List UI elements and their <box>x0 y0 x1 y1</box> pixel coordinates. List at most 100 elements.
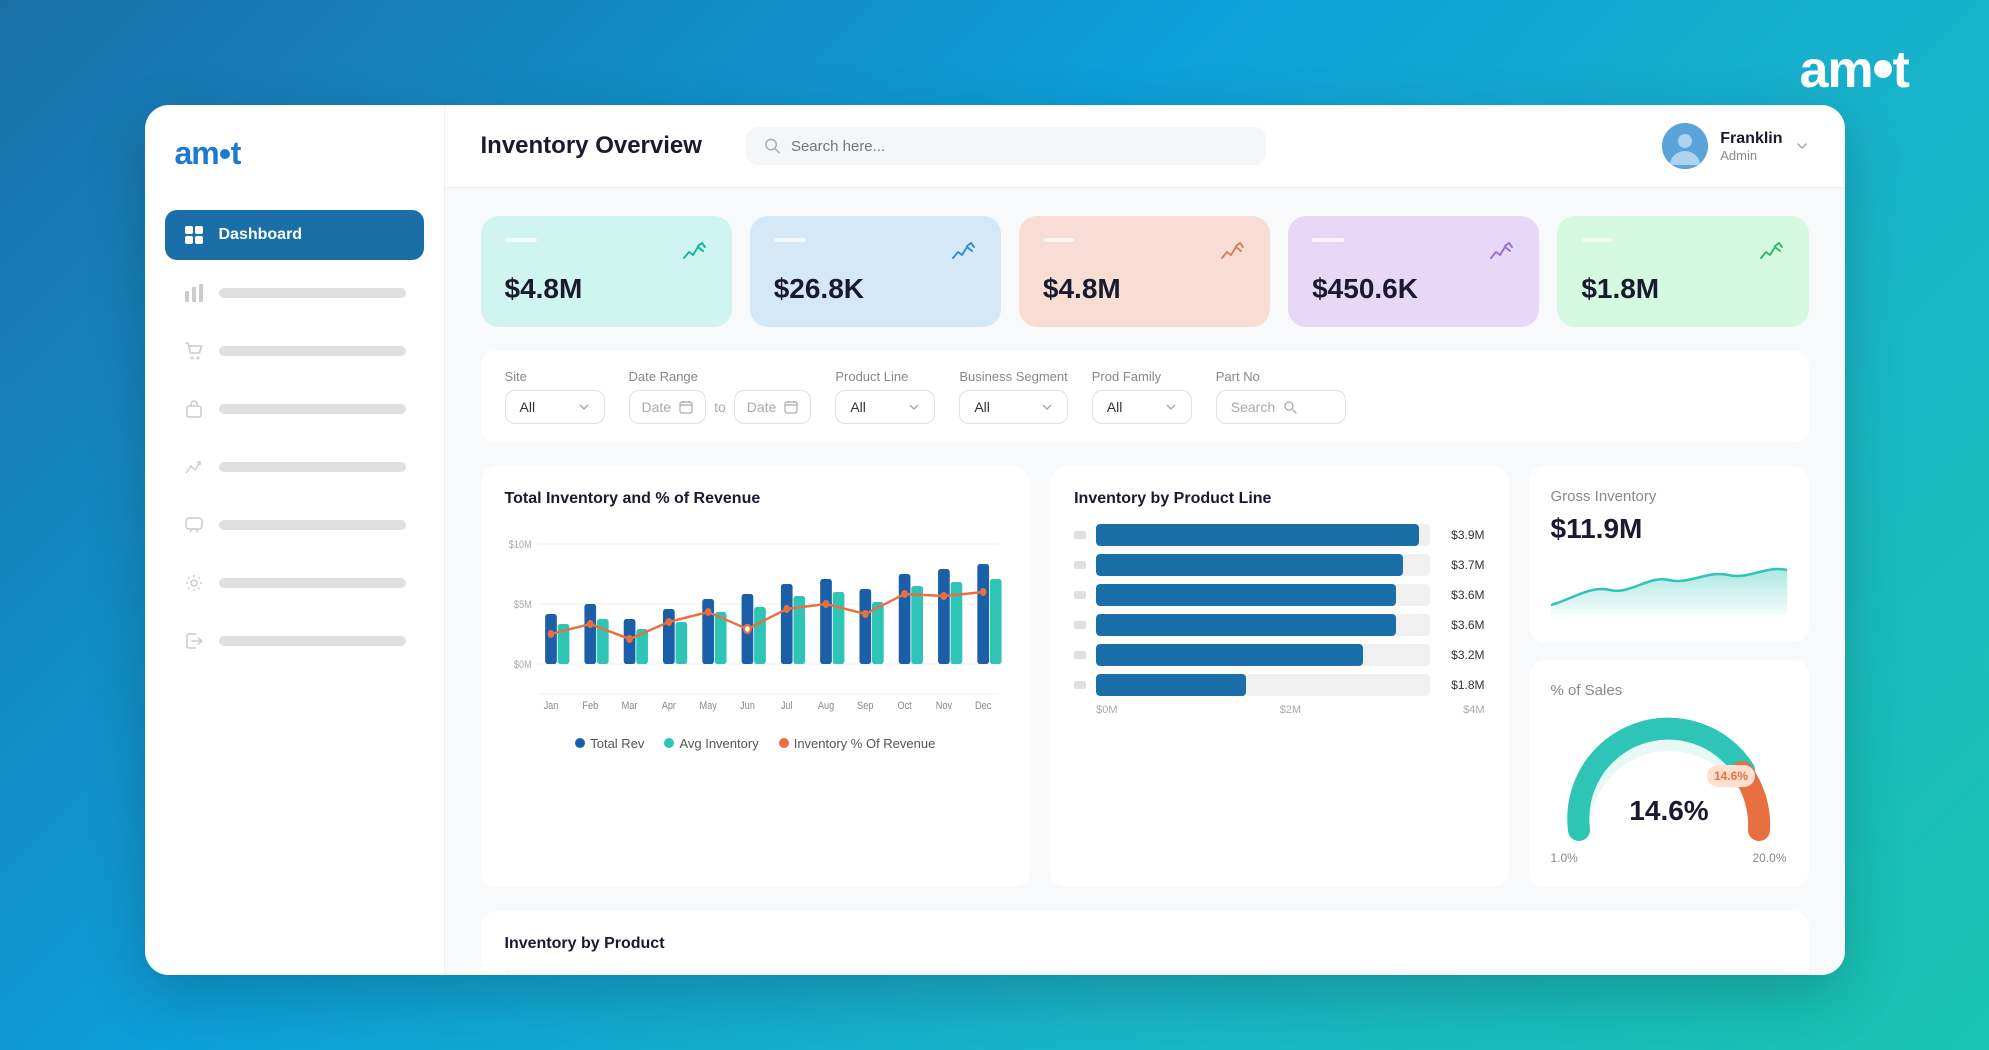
col-avg-inventory-py: Avg Inventory PY <box>1186 969 1456 975</box>
gross-inventory-title: Gross Inventory <box>1551 488 1787 505</box>
hbar-fill-5 <box>1096 674 1246 696</box>
user-role: Admin <box>1720 148 1782 163</box>
filter-date-inputs: Date to Date <box>629 390 812 424</box>
sidebar-item-settings[interactable] <box>165 558 424 608</box>
svg-text:$10M: $10M <box>508 539 531 551</box>
filter-business-segment-select[interactable]: All <box>959 390 1067 424</box>
svg-text:Jan: Jan <box>543 700 558 712</box>
inventory-by-product-line-chart: Inventory by Product Line $3.9M <box>1050 466 1508 887</box>
total-inventory-chart: Total Inventory and % of Revenue $10M $5… <box>481 466 1031 887</box>
filter-date-range: Date Range Date to Date <box>629 369 812 424</box>
hbar-track-0 <box>1096 524 1429 546</box>
product-table: Product Line Product Family Avg Inventor… <box>505 969 1785 975</box>
filter-prod-family-value: All <box>1107 399 1157 415</box>
filter-product-line-select[interactable]: All <box>835 390 935 424</box>
hbar-value-5: $1.8M <box>1440 678 1485 692</box>
filter-site-label: Site <box>505 369 605 384</box>
hbar-value-1: $3.7M <box>1440 558 1485 572</box>
kpi-card-0: $4.8M <box>481 216 732 327</box>
sidebar-item-dashboard[interactable]: Dashboard <box>165 210 424 260</box>
gauge-svg: 14.6% 14.6% <box>1559 715 1779 845</box>
filter-part-no-search[interactable]: Search <box>1216 390 1346 424</box>
date-to-separator: to <box>714 399 726 415</box>
dashboard: $4.8M $26.8K <box>445 188 1845 975</box>
hbar-label-3 <box>1074 621 1086 629</box>
hbar-label-0 <box>1074 531 1086 539</box>
hbar-value-4: $3.2M <box>1440 648 1485 662</box>
hbar-fill-3 <box>1096 614 1396 636</box>
settings-label <box>219 578 406 588</box>
col-product-line: Product Line <box>505 969 718 975</box>
svg-text:Dec: Dec <box>975 700 991 712</box>
svg-text:Nov: Nov <box>935 700 952 712</box>
legend-inventory-revenue: Inventory % Of Revenue <box>779 736 936 751</box>
svg-text:14.6%: 14.6% <box>1713 769 1747 783</box>
svg-text:Oct: Oct <box>897 700 911 712</box>
sidebar-item-products[interactable] <box>165 384 424 434</box>
kpi-icon-3 <box>1487 238 1515 273</box>
filter-site: Site All <box>505 369 605 424</box>
messages-label <box>219 520 406 530</box>
gross-inventory-value: $11.9M <box>1551 513 1787 545</box>
legend-avg-inventory: Avg Inventory <box>664 736 758 751</box>
avatar <box>1662 123 1708 169</box>
calendar-icon <box>679 400 693 414</box>
inventory-product-line-title: Inventory by Product Line <box>1074 490 1484 508</box>
reports-label <box>219 462 406 472</box>
filter-part-no: Part No Search <box>1216 369 1346 424</box>
hbar-label-1 <box>1074 561 1086 569</box>
kpi-value-1: $26.8K <box>774 273 977 305</box>
percent-sales-card: % of Sales 14.6% <box>1529 660 1809 887</box>
dashboard-label: Dashboard <box>219 226 303 244</box>
exit-icon <box>183 630 205 652</box>
hbar-container: $3.9M $3.7M <box>1074 524 1484 696</box>
sidebar: amt Dashboard <box>145 105 445 975</box>
col-inventory-change: Inventory Change Yoy <box>1455 969 1784 975</box>
sidebar-item-analytics[interactable] <box>165 268 424 318</box>
kpi-card-3: $450.6K <box>1288 216 1539 327</box>
search-icon <box>764 137 781 155</box>
calendar-icon-2 <box>784 400 798 414</box>
hbar-fill-1 <box>1096 554 1403 576</box>
main-content: Inventory Overview Franklin <box>445 105 1845 975</box>
hbar-row-2: $3.6M <box>1074 584 1484 606</box>
filter-date-from[interactable]: Date <box>629 390 707 424</box>
search-input[interactable] <box>791 138 1248 155</box>
top-brand-logo: amt <box>1800 40 1909 100</box>
sidebar-item-reports[interactable] <box>165 442 424 492</box>
bottom-row: Inventory by Product Product Line Produc… <box>481 911 1809 975</box>
filter-part-no-label: Part No <box>1216 369 1346 384</box>
part-no-search-placeholder: Search <box>1231 399 1275 415</box>
filter-product-line: Product Line All <box>835 369 935 424</box>
hbar-track-2 <box>1096 584 1429 606</box>
chart-line-icon <box>183 456 205 478</box>
hbar-track-1 <box>1096 554 1429 576</box>
hbar-label-5 <box>1074 681 1086 689</box>
hbar-track-3 <box>1096 614 1429 636</box>
user-section: Franklin Admin <box>1662 123 1808 169</box>
svg-text:May: May <box>699 700 717 712</box>
hbar-fill-4 <box>1096 644 1363 666</box>
svg-text:Aug: Aug <box>817 700 833 712</box>
sidebar-item-logout[interactable] <box>165 616 424 666</box>
cart-icon <box>183 340 205 362</box>
date-to-placeholder: Date <box>747 399 777 415</box>
filter-date-to[interactable]: Date <box>734 390 812 424</box>
sidebar-item-messages[interactable] <box>165 500 424 550</box>
gross-inventory-card: Gross Inventory $11.9M <box>1529 466 1809 642</box>
svg-text:Jun: Jun <box>740 700 755 712</box>
kpi-value-4: $1.8M <box>1581 273 1784 305</box>
filter-business-segment: Business Segment All <box>959 369 1067 424</box>
filter-site-select[interactable]: All <box>505 390 605 424</box>
chevron-down-icon[interactable] <box>1795 139 1809 153</box>
svg-text:$5M: $5M <box>513 599 531 611</box>
svg-text:Jul: Jul <box>780 700 792 712</box>
sidebar-item-orders[interactable] <box>165 326 424 376</box>
hbar-label-2 <box>1074 591 1086 599</box>
svg-text:Mar: Mar <box>621 700 637 712</box>
kpi-value-2: $4.8M <box>1043 273 1246 305</box>
side-panel: Gross Inventory $11.9M <box>1529 466 1809 887</box>
search-bar[interactable] <box>746 127 1266 165</box>
filter-prod-family-select[interactable]: All <box>1092 390 1192 424</box>
gauge-max: 20.0% <box>1752 851 1786 865</box>
